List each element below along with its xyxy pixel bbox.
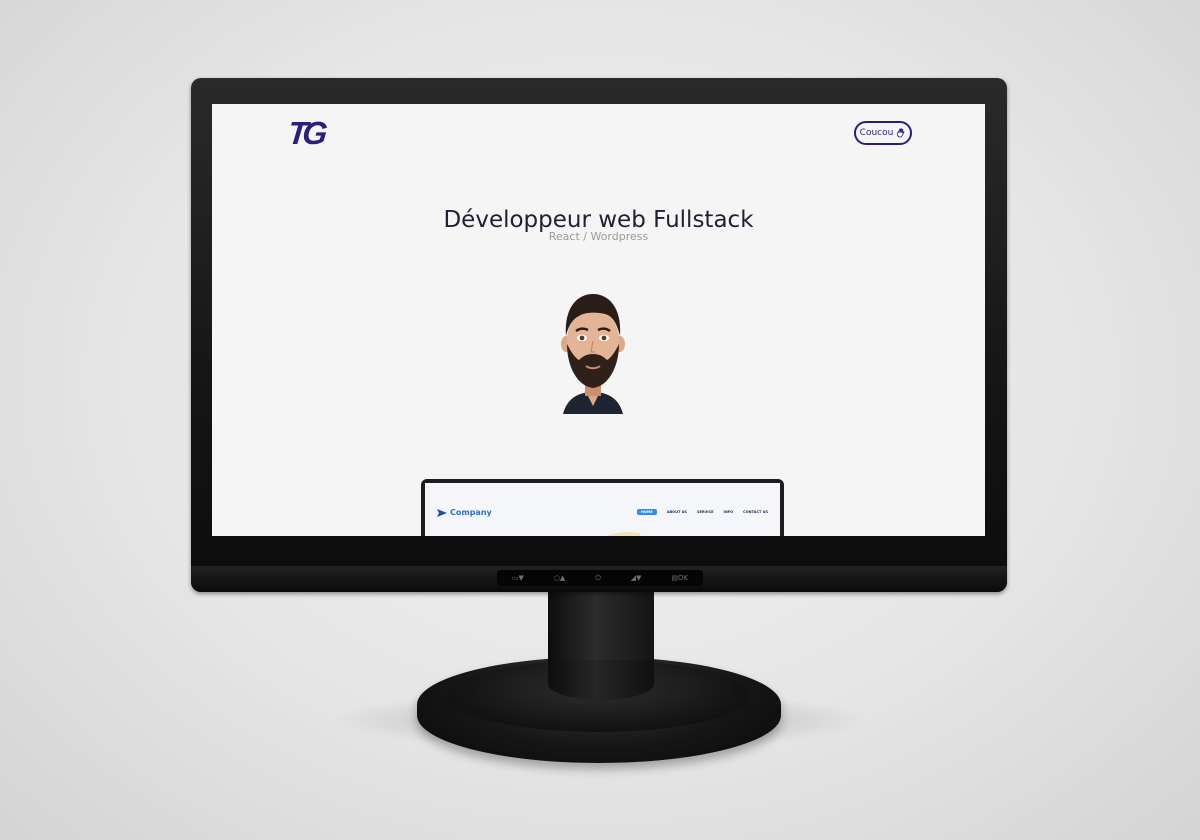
monitor-stand-neck — [548, 592, 654, 664]
preview-hero-graphic — [607, 532, 641, 536]
preview-monitor: Company HOME ABOUT US SERVICE INFO CONTA… — [421, 479, 784, 536]
hero-subtitle: React / Wordpress — [548, 230, 649, 243]
monitor-control-strip: ▭▼ ○▲ ⏻ ◢▼ ▤OK — [497, 570, 703, 586]
site-logo[interactable]: TG — [286, 114, 324, 152]
coucou-button[interactable]: Coucou — [854, 121, 912, 145]
preview-nav: HOME ABOUT US SERVICE INFO CONTACT US — [637, 509, 768, 515]
preview-brand[interactable]: Company — [437, 508, 492, 517]
bearded-man-avatar-icon — [561, 294, 625, 414]
monitor-control-brightness[interactable]: ○▲ — [554, 574, 566, 582]
waving-hand-icon — [897, 128, 905, 138]
preview-nav-info[interactable]: INFO — [724, 510, 734, 514]
preview-nav-contact[interactable]: CONTACT US — [743, 510, 768, 514]
preview-nav-about[interactable]: ABOUT US — [667, 510, 687, 514]
preview-brand-name: Company — [450, 508, 492, 517]
preview-nav-service[interactable]: SERVICE — [697, 510, 714, 514]
monitor-control-volume[interactable]: ◢▼ — [631, 574, 642, 582]
monitor-control-power[interactable]: ⏻ — [595, 574, 601, 583]
coucou-button-label: Coucou — [859, 128, 894, 138]
paper-plane-icon — [437, 508, 447, 517]
monitor-control-menu[interactable]: ▤OK — [671, 574, 688, 582]
monitor-screen: TG Coucou Développeur web Fullstack Reac… — [212, 104, 985, 536]
monitor-control-input[interactable]: ▭▼ — [512, 574, 524, 582]
preview-screen: Company HOME ABOUT US SERVICE INFO CONTA… — [425, 483, 780, 536]
preview-nav-home[interactable]: HOME — [637, 509, 657, 515]
monitor-neck-joint — [548, 660, 654, 700]
